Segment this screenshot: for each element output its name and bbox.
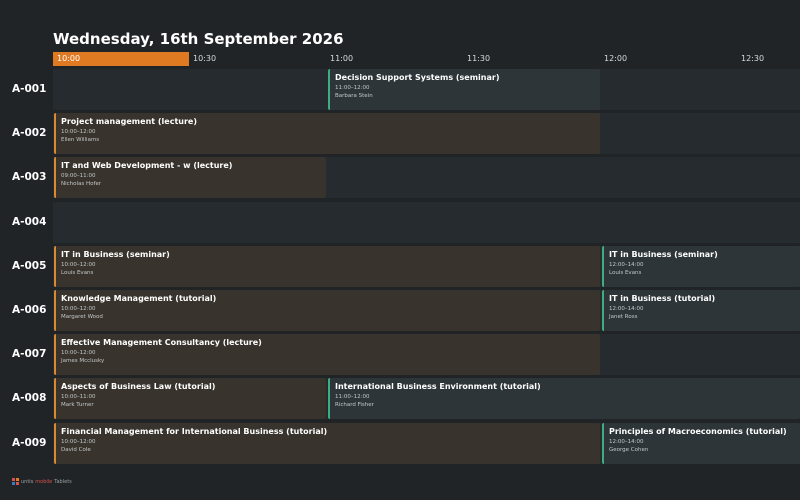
lesson-teacher: Louis Evans — [609, 269, 642, 276]
room-label: A-002 — [12, 127, 47, 140]
room-row: A-004 — [0, 201, 800, 244]
untis-logo: untis mobile Tablets — [12, 478, 72, 485]
page-title: Wednesday, 16th September 2026 — [53, 30, 344, 48]
room-label: A-005 — [12, 259, 47, 272]
lesson-teacher: Margaret Wood — [61, 314, 103, 320]
room-row: A-006 Knowledge Management (tutorial) 10:0… — [0, 289, 800, 332]
lesson-teacher: Barbara Stein — [335, 93, 373, 99]
lesson-title: Principles of Macroeconomics (tutorial) — [609, 426, 787, 436]
lesson-time: 10:00–12:00 — [61, 261, 96, 268]
lesson-title: IT in Business (tutorial) — [609, 294, 716, 303]
lesson-card[interactable]: Financial Management for International B… — [54, 422, 600, 464]
lesson-card[interactable]: Knowledge Management (tutorial) 10:00–12:… — [54, 290, 600, 331]
lesson-teacher: Janet Ross — [609, 314, 638, 320]
room-label: A-006 — [12, 304, 47, 316]
logo-mark-icon — [12, 478, 19, 485]
room-row-background — [53, 201, 800, 243]
lesson-teacher: Ellen Williams — [61, 137, 100, 144]
lesson-card[interactable]: Effective Management Consultancy (lectur… — [54, 334, 600, 376]
logo-text-part2: mobile — [35, 478, 53, 485]
room-row: A-008 Aspects of Business Law (tutorial) 1… — [0, 377, 800, 420]
room-row: A-001 Decision Support Systems (seminar) 1… — [0, 68, 800, 111]
current-time-slot: 10:00 — [53, 52, 189, 66]
lesson-card[interactable]: Project management (lecture) 10:00–12:00 E… — [54, 113, 600, 155]
lesson-title: Financial Management for International B… — [61, 426, 328, 436]
room-label: A-008 — [12, 392, 47, 405]
time-tick: 11:00 — [330, 54, 354, 63]
room-row: A-005 IT in Business (seminar) 10:00–12:00… — [0, 245, 800, 288]
lesson-teacher: Mark Turner — [61, 402, 94, 409]
lesson-title: IT and Web Development - w (lecture) — [61, 161, 233, 171]
timeline-header: 10:00 10:30 11:00 11:30 12:00 12:30 — [53, 52, 800, 66]
lesson-card[interactable]: IT and Web Development - w (lecture) 09:0… — [54, 157, 326, 199]
lesson-time: 10:00–11:00 — [61, 394, 96, 401]
room-row: A-003 IT and Web Development - w (lecture… — [0, 156, 800, 199]
lesson-time: 11:00–12:00 — [335, 85, 370, 91]
room-row: A-002 Project management (lecture) 10:00–1… — [0, 112, 800, 155]
lesson-time: 09:00–11:00 — [61, 173, 96, 180]
lesson-title: Aspects of Business Law (tutorial) — [61, 382, 216, 392]
lesson-time: 12:00–14:00 — [609, 306, 644, 312]
lesson-card[interactable]: IT in Business (seminar) 12:00–14:00 Louis… — [602, 245, 800, 287]
lesson-teacher: Richard Fisher — [335, 402, 374, 409]
lesson-card[interactable]: International Business Environment (tuto… — [328, 378, 800, 420]
lesson-time: 11:00–12:00 — [335, 394, 370, 401]
lesson-title: IT in Business (seminar) — [61, 249, 170, 259]
logo-text-part3: Tablets — [54, 478, 72, 485]
room-label: A-007 — [12, 348, 47, 361]
room-label: A-001 — [12, 83, 47, 95]
lesson-title: Project management (lecture) — [61, 117, 197, 127]
lesson-card[interactable]: Principles of Macroeconomics (tutorial) 1… — [602, 422, 800, 464]
lesson-teacher: Nicholas Hofer — [61, 181, 102, 188]
lesson-teacher: David Cole — [61, 446, 91, 453]
lesson-card[interactable]: IT in Business (tutorial) 12:00–14:00 Jane… — [602, 290, 800, 331]
time-tick: 12:00 — [604, 54, 628, 63]
lesson-time: 10:00–12:00 — [61, 306, 96, 312]
room-label: A-009 — [12, 436, 47, 449]
lesson-title: Decision Support Systems (seminar) — [335, 73, 500, 82]
time-tick: 10:30 — [193, 54, 217, 63]
time-tick: 11:30 — [467, 54, 491, 63]
lesson-card[interactable]: Decision Support Systems (seminar) 11:00–… — [328, 69, 600, 110]
lesson-time: 12:00–14:00 — [609, 438, 644, 445]
lesson-time: 12:00–14:00 — [609, 261, 644, 268]
lesson-title: Effective Management Consultancy (lectur… — [61, 338, 262, 348]
lesson-title: IT in Business (seminar) — [609, 249, 718, 259]
logo-text-part1: untis — [21, 478, 34, 485]
time-tick: 12:30 — [741, 54, 765, 63]
lesson-title: International Business Environment (tuto… — [335, 382, 541, 392]
lesson-teacher: George Cohen — [609, 446, 649, 453]
room-label: A-003 — [12, 171, 47, 184]
lesson-time: 10:00–12:00 — [61, 438, 96, 445]
lesson-teacher: James Mcclusky — [61, 358, 105, 365]
lesson-card[interactable]: IT in Business (seminar) 10:00–12:00 Louis… — [54, 245, 600, 287]
lesson-teacher: Louis Evans — [61, 269, 94, 276]
lesson-title: Knowledge Management (tutorial) — [61, 294, 217, 303]
room-row: A-009 Financial Management for Internatio… — [0, 422, 800, 465]
room-row: A-007 Effective Management Consultancy (l… — [0, 333, 800, 376]
room-label: A-004 — [12, 215, 47, 228]
lesson-time: 10:00–12:00 — [61, 129, 96, 136]
lesson-time: 10:00–12:00 — [61, 350, 96, 357]
lesson-card[interactable]: Aspects of Business Law (tutorial) 10:00–… — [54, 378, 326, 420]
